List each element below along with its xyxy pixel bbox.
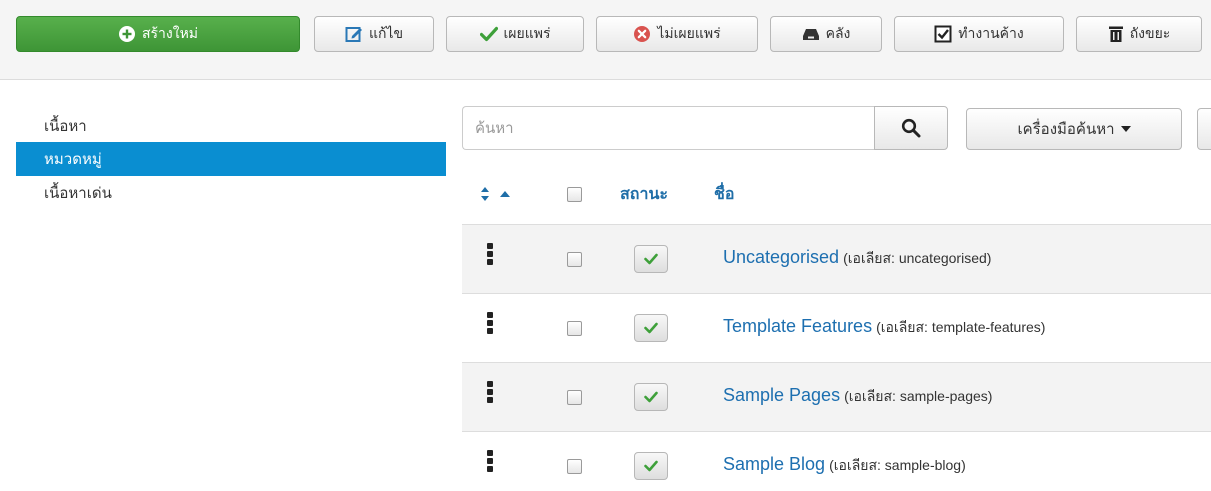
edit-icon [345, 25, 363, 43]
toolbar: สร้างใหม่ แก้ไข เผยแพร่ ไม่เผยแพร่ คลัง … [0, 0, 1211, 80]
publish-button[interactable]: เผยแพร่ [446, 16, 584, 52]
check-icon [644, 322, 658, 334]
category-title-link[interactable]: Sample Pages [723, 385, 840, 405]
category-alias: (เอเลียส: template-features) [876, 319, 1046, 335]
category-alias: (เอเลียส: sample-pages) [844, 388, 993, 404]
status-header[interactable]: สถานะ [620, 182, 668, 207]
drag-handle-icon[interactable] [487, 243, 493, 267]
trash-button-label: ถังขยะ [1129, 26, 1171, 42]
check-icon [644, 391, 658, 403]
sidebar-item-label: หมวดหมู่ [44, 150, 102, 168]
status-toggle-button[interactable] [634, 383, 668, 411]
check-icon [479, 26, 498, 42]
new-button-label: สร้างใหม่ [141, 26, 199, 42]
table-row: Sample Blog (เอเลียส: sample-blog) [462, 431, 1211, 491]
category-title-link[interactable]: Uncategorised [723, 247, 839, 267]
row-title: Uncategorised (เอเลียส: uncategorised) [723, 247, 991, 270]
categories-table: สถานะ ชื่อ Uncategorised (เอเลียส: uncate… [462, 164, 1211, 491]
archive-button-label: คลัง [825, 26, 851, 42]
row-checkbox[interactable] [567, 390, 582, 405]
row-checkbox[interactable] [567, 459, 582, 474]
sidebar-item-label: เนื้อหา [44, 117, 87, 135]
table-row: Uncategorised (เอเลียส: uncategorised) [462, 224, 1211, 293]
publish-button-label: เผยแพร่ [503, 26, 551, 42]
drag-handle-icon[interactable] [487, 381, 493, 405]
row-title: Template Features (เอเลียส: template-feat… [723, 316, 1045, 339]
sidebar-item-label: เนื้อหาเด่น [44, 184, 112, 202]
drag-handle-icon[interactable] [487, 450, 493, 474]
category-title-link[interactable]: Sample Blog [723, 454, 825, 474]
trash-icon [1108, 25, 1124, 43]
checkin-button-label: ทำงานค้าง [958, 26, 1024, 42]
check-icon [644, 253, 658, 265]
drag-handle-icon[interactable] [487, 312, 493, 336]
table-row: Sample Pages (เอเลียส: sample-pages) [462, 362, 1211, 431]
sidebar-item-featured[interactable]: เนื้อหาเด่น [16, 176, 446, 210]
category-title-link[interactable]: Template Features [723, 316, 872, 336]
status-toggle-button[interactable] [634, 245, 668, 273]
archive-button[interactable]: คลัง [770, 16, 882, 52]
row-checkbox[interactable] [567, 321, 582, 336]
row-checkbox[interactable] [567, 252, 582, 267]
checkin-button[interactable]: ทำงานค้าง [894, 16, 1064, 52]
title-header[interactable]: ชื่อ [714, 182, 734, 207]
row-title: Sample Pages (เอเลียส: sample-pages) [723, 385, 992, 408]
edit-button[interactable]: แก้ไข [314, 16, 434, 52]
category-alias: (เอเลียส: sample-blog) [829, 457, 966, 473]
sidebar-item-articles[interactable]: เนื้อหา [16, 110, 446, 142]
archive-icon [802, 27, 820, 41]
category-alias: (เอเลียส: uncategorised) [843, 250, 992, 266]
check-icon [644, 460, 658, 472]
search-button[interactable] [874, 106, 948, 150]
search-tools-label: เครื่องมือค้นหา [1017, 120, 1115, 138]
search-tools-button[interactable]: เครื่องมือค้นหา [966, 108, 1182, 150]
clear-button[interactable] [1197, 108, 1211, 150]
checkbox-icon [934, 25, 952, 43]
sort-icon[interactable] [480, 184, 530, 204]
status-toggle-button[interactable] [634, 314, 668, 342]
search-icon [901, 118, 921, 138]
select-all-checkbox[interactable] [567, 187, 582, 202]
unpublish-button[interactable]: ไม่เผยแพร่ [596, 16, 758, 52]
search-input[interactable] [462, 106, 874, 150]
sidebar: เนื้อหา หมวดหมู่ เนื้อหาเด่น [16, 110, 446, 210]
table-row: Template Features (เอเลียส: template-feat… [462, 293, 1211, 362]
edit-button-label: แก้ไข [368, 26, 404, 42]
sort-asc-icon [500, 191, 510, 197]
caret-down-icon [1120, 126, 1131, 132]
sidebar-item-categories[interactable]: หมวดหมู่ [16, 142, 446, 176]
new-button[interactable]: สร้างใหม่ [16, 16, 300, 52]
unpublish-button-label: ไม่เผยแพร่ [657, 26, 721, 42]
plus-circle-icon [118, 25, 136, 43]
trash-button[interactable]: ถังขยะ [1076, 16, 1202, 52]
x-circle-icon [633, 25, 651, 43]
table-header: สถานะ ชื่อ [462, 164, 1211, 224]
status-toggle-button[interactable] [634, 452, 668, 480]
